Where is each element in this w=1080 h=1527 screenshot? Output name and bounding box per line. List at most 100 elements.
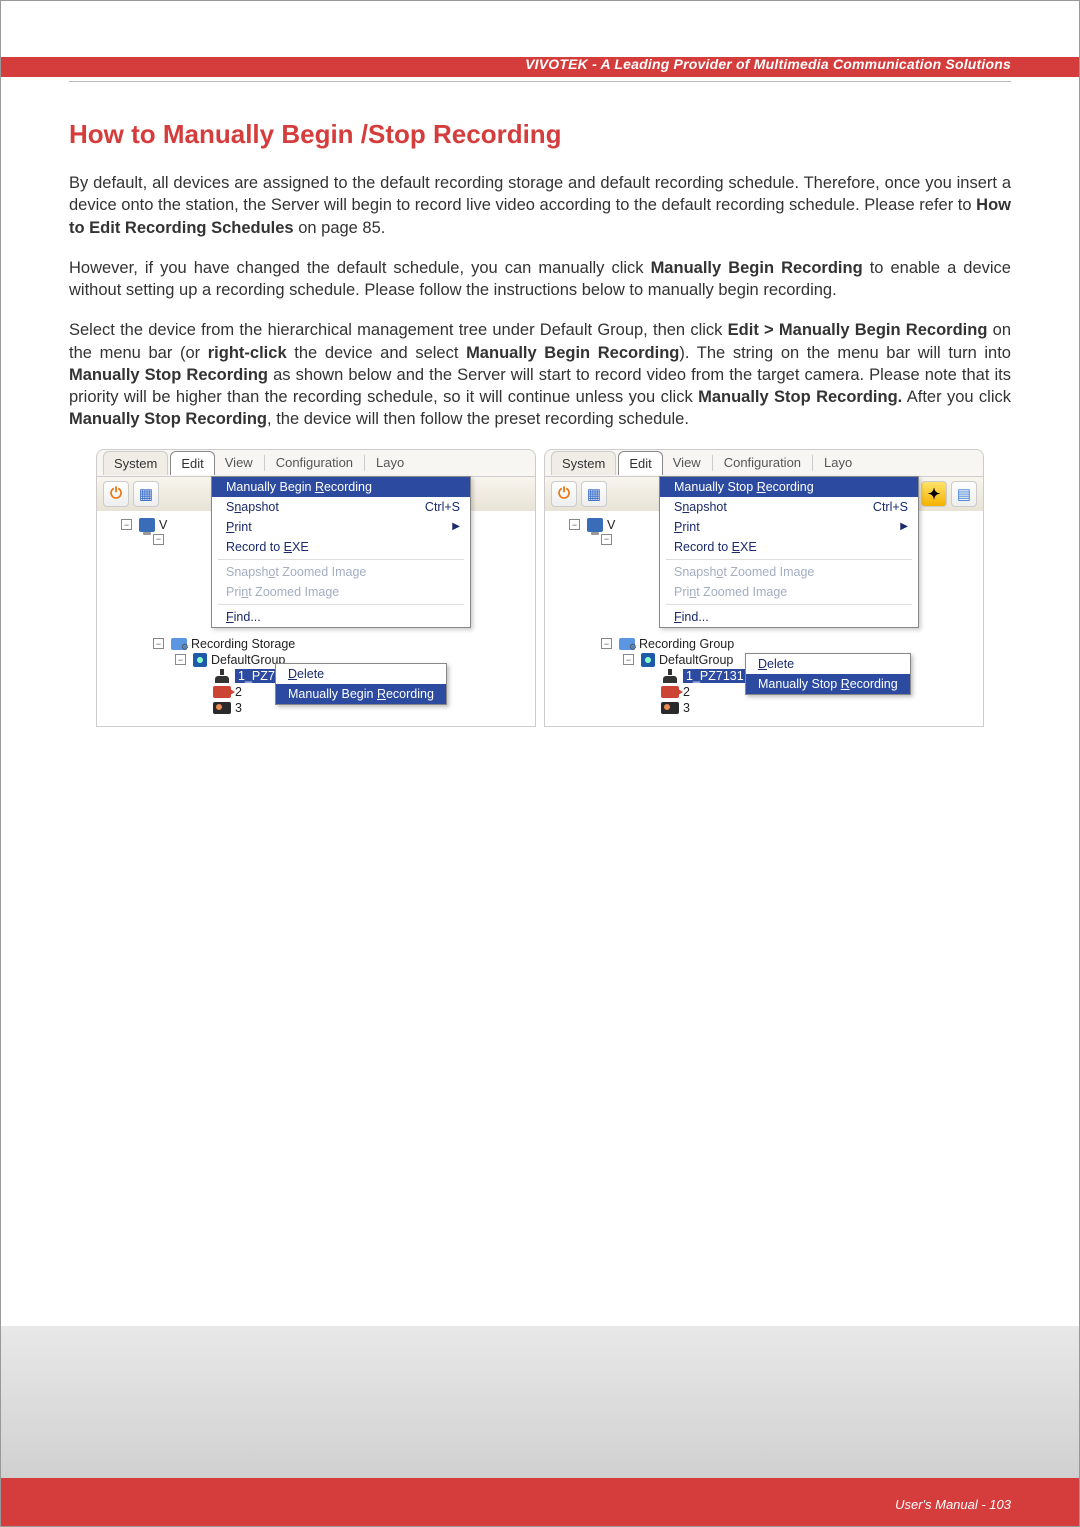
collapse-icon-r[interactable]: − (569, 519, 580, 530)
menu-item-find[interactable]: Find... (212, 607, 470, 627)
menubar-left: System Edit View Configuration Layo (96, 449, 536, 477)
menu-divider-2-r (666, 604, 912, 605)
para3-f: Manually Begin Recording (466, 344, 679, 362)
menu-sep-1 (264, 455, 265, 471)
monitor-icon (139, 518, 155, 532)
para3-j: Manually Stop Recording. (698, 388, 902, 406)
menu-system-r[interactable]: System (551, 451, 616, 475)
menu-divider-1 (218, 559, 464, 560)
ctx-stop-recording[interactable]: Manually Stop Recording (746, 674, 910, 694)
collapse-icon-2-r[interactable]: − (601, 534, 612, 545)
menu-item-snapshot-label-r: Snapshot (674, 500, 727, 514)
para3-b: Edit > Manually Begin Recording (728, 321, 988, 339)
menu-item-print-label-r: Print (674, 520, 700, 534)
menu-system[interactable]: System (103, 451, 168, 475)
ctx-begin-recording[interactable]: Manually Begin Recording (276, 684, 446, 704)
menu-item-snap-zoom-label-r: Snapshot Zoomed Image (674, 565, 814, 579)
screenshot-stop: System Edit View Configuration Layo Manu… (544, 449, 984, 727)
grid-icon[interactable]: ▦ (133, 481, 159, 507)
monitor-icon-r (587, 518, 603, 532)
para1-text-a: By default, all devices are assigned to … (69, 174, 1011, 214)
menu-view[interactable]: View (217, 451, 261, 474)
menu-item-find-label-r: Find... (674, 610, 709, 624)
camera-red-icon-r (661, 686, 679, 698)
collapse-icon[interactable]: − (121, 519, 132, 530)
page-title: How to Manually Begin /Stop Recording (69, 119, 1011, 150)
menu-item-snap-zoom: Snapshot Zoomed Image (212, 562, 470, 582)
menu-layout[interactable]: Layo (368, 451, 412, 474)
menu-edit-r[interactable]: Edit (618, 451, 662, 475)
screenshot-begin: System Edit View Configuration Layo Manu… (96, 449, 536, 727)
para3-l: Manually Stop Recording (69, 410, 267, 428)
camera-mount-icon (213, 669, 231, 683)
menu-item-record-exe-label-r: Record to EXE (674, 540, 757, 554)
menu-item-snapshot-r[interactable]: Snapshot Ctrl+S (660, 497, 918, 517)
tree-device-3-r[interactable]: 3 (553, 700, 979, 716)
menu-configuration-r[interactable]: Configuration (716, 451, 809, 474)
menu-item-print-zoom-r: Print Zoomed Image (660, 582, 918, 602)
tree-recording-group[interactable]: − Recording Group (553, 636, 979, 652)
para3-m: , the device will then follow the preset… (267, 410, 689, 428)
camera-red-icon (213, 686, 231, 698)
menu-item-print-r[interactable]: Print ▶ (660, 517, 918, 537)
menu-item-snapshot-accel-r: Ctrl+S (873, 500, 908, 514)
tree-rec-storage-label: Recording Storage (191, 637, 295, 651)
para3-g: ). The string on the menu bar will turn … (679, 344, 1011, 362)
tree-default-group-label-r: DefaultGroup (659, 653, 733, 667)
tree-root-label-r: V (607, 518, 615, 532)
collapse-icon-3-r[interactable]: − (601, 638, 612, 649)
group-icon-r (641, 653, 655, 667)
menu-item-print-zoom: Print Zoomed Image (212, 582, 470, 602)
menu-item-snapshot-label: Snapshot (226, 500, 279, 514)
alert-icon[interactable]: ✦ (921, 481, 947, 507)
para3-e: the device and select (287, 344, 466, 362)
power-icon-r[interactable]: ⏻ (551, 481, 577, 507)
menu-item-snapshot[interactable]: Snapshot Ctrl+S (212, 497, 470, 517)
screenshot-row: System Edit View Configuration Layo Manu… (69, 449, 1011, 727)
tree-device-1-label-r: 1_PZ7131 (683, 669, 747, 683)
menu-item-snap-zoom-r: Snapshot Zoomed Image (660, 562, 918, 582)
tree-device-2-label: 2 (235, 685, 242, 699)
ctx-delete[interactable]: Delete (276, 664, 446, 684)
menu-divider-1-r (666, 559, 912, 560)
para3-k: After you click (902, 388, 1011, 406)
power-icon[interactable]: ⏻ (103, 481, 129, 507)
collapse-icon-2[interactable]: − (153, 534, 164, 545)
tree-device-2-label-r: 2 (683, 685, 690, 699)
paragraph-1: By default, all devices are assigned to … (69, 172, 1011, 239)
camera-mount-icon-r (661, 669, 679, 683)
collapse-icon-3[interactable]: − (153, 638, 164, 649)
context-menu-stop: Delete Manually Stop Recording (745, 653, 911, 695)
layout-icon[interactable]: ▤ (951, 481, 977, 507)
menu-item-find-r[interactable]: Find... (660, 607, 918, 627)
menu-item-print[interactable]: Print ▶ (212, 517, 470, 537)
menu-item-begin-recording[interactable]: Manually Begin Recording (212, 477, 470, 497)
menu-view-r[interactable]: View (665, 451, 709, 474)
para2-text-a: However, if you have changed the default… (69, 259, 651, 277)
tree-rec-group-label: Recording Group (639, 637, 734, 651)
collapse-icon-4[interactable]: − (175, 654, 186, 665)
menu-item-record-exe[interactable]: Record to EXE (212, 537, 470, 557)
menu-item-record-exe-label: Record to EXE (226, 540, 309, 554)
para2-bold: Manually Begin Recording (651, 259, 863, 277)
collapse-icon-4-r[interactable]: − (623, 654, 634, 665)
para3-h: Manually Stop Recording (69, 366, 268, 384)
menu-item-stop-recording[interactable]: Manually Stop Recording (660, 477, 918, 497)
submenu-arrow-icon-r: ▶ (900, 521, 908, 532)
menu-item-print-label: Print (226, 520, 252, 534)
menu-edit[interactable]: Edit (170, 451, 214, 475)
menu-item-print-zoom-label: Print Zoomed Image (226, 585, 339, 599)
menu-layout-r[interactable]: Layo (816, 451, 860, 474)
menu-configuration[interactable]: Configuration (268, 451, 361, 474)
submenu-arrow-icon: ▶ (452, 521, 460, 532)
tree-recording-storage[interactable]: − Recording Storage (105, 636, 531, 652)
menu-item-begin-label: Manually Begin Recording (226, 480, 372, 494)
tree-device-3-label: 3 (235, 701, 242, 715)
grid-icon-r[interactable]: ▦ (581, 481, 607, 507)
group-icon (193, 653, 207, 667)
edit-dropdown-stop: Manually Stop Recording Snapshot Ctrl+S … (659, 476, 919, 628)
menu-item-snapshot-accel: Ctrl+S (425, 500, 460, 514)
menu-item-record-exe-r[interactable]: Record to EXE (660, 537, 918, 557)
menu-sep-2-r (812, 455, 813, 471)
ctx-delete-r[interactable]: Delete (746, 654, 910, 674)
